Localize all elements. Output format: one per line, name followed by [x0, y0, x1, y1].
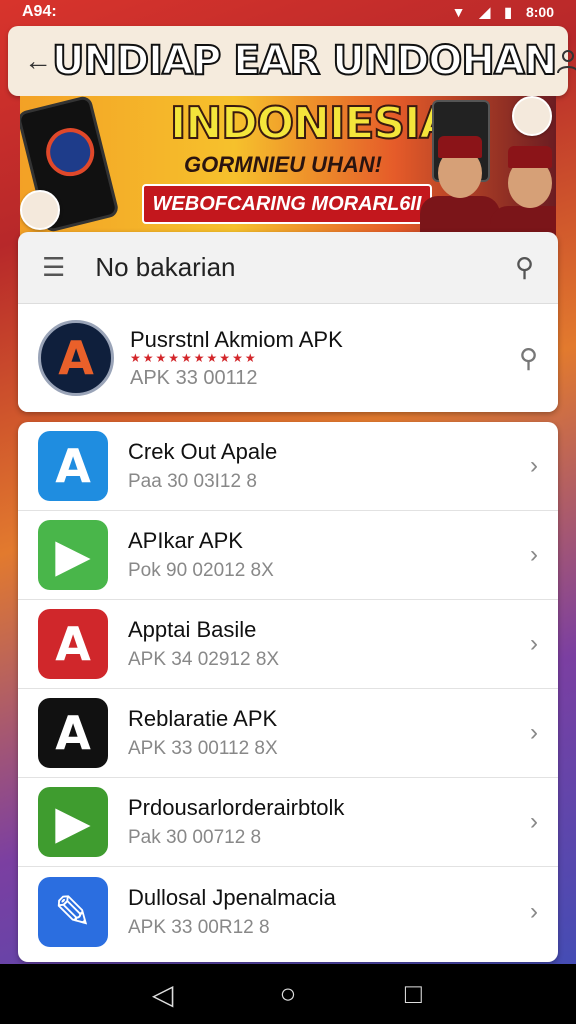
app-meta: APK 33 00112 8X [128, 738, 278, 759]
list-item-texts: Prdousarlorderairbtolk Pak 30 00712 8 [128, 795, 530, 849]
avatar-bubble [512, 96, 552, 136]
list-item[interactable]: A Reblaratie APK APK 33 00112 8X › [18, 689, 558, 778]
app-name: Crek Out Apale [128, 439, 278, 464]
search-icon[interactable]: ⚲ [519, 343, 538, 374]
app-name: Reblaratie APK [128, 706, 278, 731]
menu-icon[interactable]: ☰ [42, 252, 65, 283]
list-item-texts: Reblaratie APK APK 33 00112 8X [128, 706, 530, 760]
app-icon: ▶ [38, 520, 108, 590]
top-app-bar: ← UNDIAP EAR UNDOHAN [8, 26, 576, 96]
app-logo-letter: A [58, 331, 94, 385]
search-icon[interactable]: ⚲ [515, 252, 534, 283]
app-name: Dullosal Jpenalmacia [128, 884, 336, 910]
chevron-right-icon: › [530, 897, 538, 925]
user-icon [557, 50, 576, 74]
search-label: No bakarian [95, 252, 236, 282]
chevron-right-icon: › [530, 630, 538, 657]
banner-subheadline: GORMNIEU UHAN! [184, 152, 382, 177]
person-image-2 [490, 136, 556, 236]
chevron-right-icon: › [530, 808, 538, 835]
wifi-icon: ▼ [451, 4, 466, 20]
profile-icon[interactable] [556, 43, 576, 79]
promo-banner[interactable]: INDONIESIA GORMNIEU UHAN! WEBOFCARING MO… [20, 96, 556, 236]
app-name: Apptai Basile [128, 617, 257, 642]
nav-recents-icon[interactable]: □ [393, 978, 433, 1010]
back-arrow-icon[interactable]: ← [24, 43, 52, 79]
app-list: A Crek Out Apale Paa 30 03I12 8 › ▶ APIk… [18, 422, 558, 962]
featured-meta: APK 33 00112 [130, 366, 258, 389]
app-name: APIkar APK [128, 528, 243, 553]
list-item[interactable]: ✎ Dullosal Jpenalmacia APK 33 00R12 8 › [18, 867, 558, 956]
nav-back-icon[interactable]: ◁ [143, 978, 183, 1011]
app-logo-icon: A [38, 320, 114, 396]
rating-stars-icon: ★★★★★★★★★★ [130, 350, 258, 365]
banner-ribbon: WEBOFCARING MORARL6II [142, 184, 432, 224]
app-meta: Pak 30 00712 8 [128, 827, 262, 848]
app-meta: Paa 30 03I12 8 [128, 471, 257, 492]
status-time: A94: [22, 3, 57, 20]
page-title: UNDIAP EAR UNDOHAN [51, 37, 558, 85]
app-meta: APK 33 00R12 8 [128, 916, 270, 938]
list-item-texts: APIkar APK Pok 90 02012 8X [128, 528, 530, 582]
app-icon: ✎ [38, 876, 108, 947]
app-icon: A [38, 698, 108, 768]
list-item-texts: Apptai Basile APK 34 02912 8X [128, 617, 530, 671]
featured-app[interactable]: A Pusrstnl Akmiom APK ★★★★★★★★★★ APK 33 … [18, 304, 558, 412]
chevron-right-icon: › [530, 452, 538, 479]
list-item[interactable]: ▶ APIkar APK Pok 90 02012 8X › [18, 511, 558, 600]
list-item-texts: Crek Out Apale Paa 30 03I12 8 [128, 439, 530, 493]
system-nav-bar: ◁ ○ □ [0, 964, 576, 1024]
app-icon: A [38, 609, 108, 679]
person-image [420, 126, 500, 236]
battery-icon: ▮ [504, 3, 512, 20]
search-bar[interactable]: ☰ No bakarian ⚲ [18, 232, 558, 304]
chevron-right-icon: › [530, 719, 538, 746]
nav-home-icon[interactable]: ○ [268, 978, 308, 1010]
featured-texts: Pusrstnl Akmiom APK ★★★★★★★★★★ APK 33 00… [130, 327, 519, 390]
avatar-bubble [20, 190, 60, 230]
app-name: Prdousarlorderairbtolk [128, 795, 345, 820]
chevron-right-icon: › [530, 541, 538, 568]
list-item[interactable]: A Apptai Basile APK 34 02912 8X › [18, 600, 558, 689]
list-item[interactable]: A Crek Out Apale Paa 30 03I12 8 › [18, 422, 558, 511]
list-item[interactable]: ▶ Prdousarlorderairbtolk Pak 30 00712 8 … [18, 778, 558, 867]
banner-headline: INDONIESIA [169, 97, 454, 150]
app-meta: Pok 90 02012 8X [128, 560, 274, 581]
status-bar: A94: ▼ ◢ ▮ 8:00 [0, 0, 576, 24]
list-item-texts: Dullosal Jpenalmacia APK 33 00R12 8 [128, 885, 530, 939]
app-meta: APK 34 02912 8X [128, 649, 280, 670]
status-icons: ▼ ◢ ▮ 8:00 [452, 4, 554, 21]
app-icon: ▶ [38, 787, 108, 857]
featured-name: Pusrstnl Akmiom APK [130, 326, 343, 352]
app-icon: A [38, 431, 108, 501]
status-right-time: 8:00 [525, 4, 554, 20]
signal-icon: ◢ [479, 3, 491, 20]
search-card: ☰ No bakarian ⚲ A Pusrstnl Akmiom APK ★★… [18, 232, 558, 412]
